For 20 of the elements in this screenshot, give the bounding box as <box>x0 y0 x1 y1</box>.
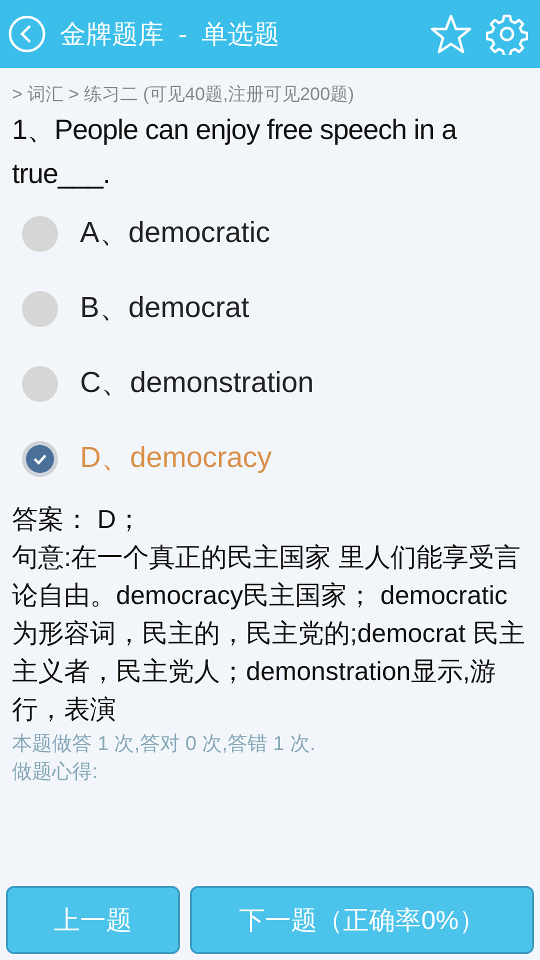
radio-button[interactable] <box>22 216 58 252</box>
checked-radio[interactable] <box>22 440 58 476</box>
option-label: C、demonstration <box>80 366 314 401</box>
answer-text: 答案： D； <box>12 503 143 536</box>
settings-icon[interactable] <box>486 13 528 55</box>
previous-button[interactable]: 上一题 <box>6 886 180 954</box>
option-label: D、democracy <box>80 440 272 476</box>
next-button[interactable]: 下一题（正确率0%） <box>190 886 534 954</box>
explanation-text: 句意:在一个真正的民主国家 里人们能享受言论自由。democracy民主国家； democratic为形容词，民主的，民主党的;democrat 民主主义者，民主党人；demonstration显示,游行，表演 <box>12 541 526 726</box>
breadcrumb: > 词汇 > 练习二 (可见40题,注册可见200题) <box>12 83 356 106</box>
answer-stats: 本题做答 1 次,答对 0 次,答错 1 次. <box>12 732 316 757</box>
notes-label: 做题心得: <box>12 760 99 785</box>
option-label: B、democrat <box>80 290 250 326</box>
back-icon[interactable] <box>8 15 46 53</box>
radio-button[interactable] <box>22 290 58 326</box>
question-text: 1、People can enjoy free speech in a true___. <box>12 113 458 191</box>
header-title: 金牌题库 - 单选题 <box>60 18 281 50</box>
option-label: A、democratic <box>80 216 270 251</box>
radio-button[interactable] <box>22 366 58 402</box>
star-icon[interactable] <box>430 13 472 55</box>
